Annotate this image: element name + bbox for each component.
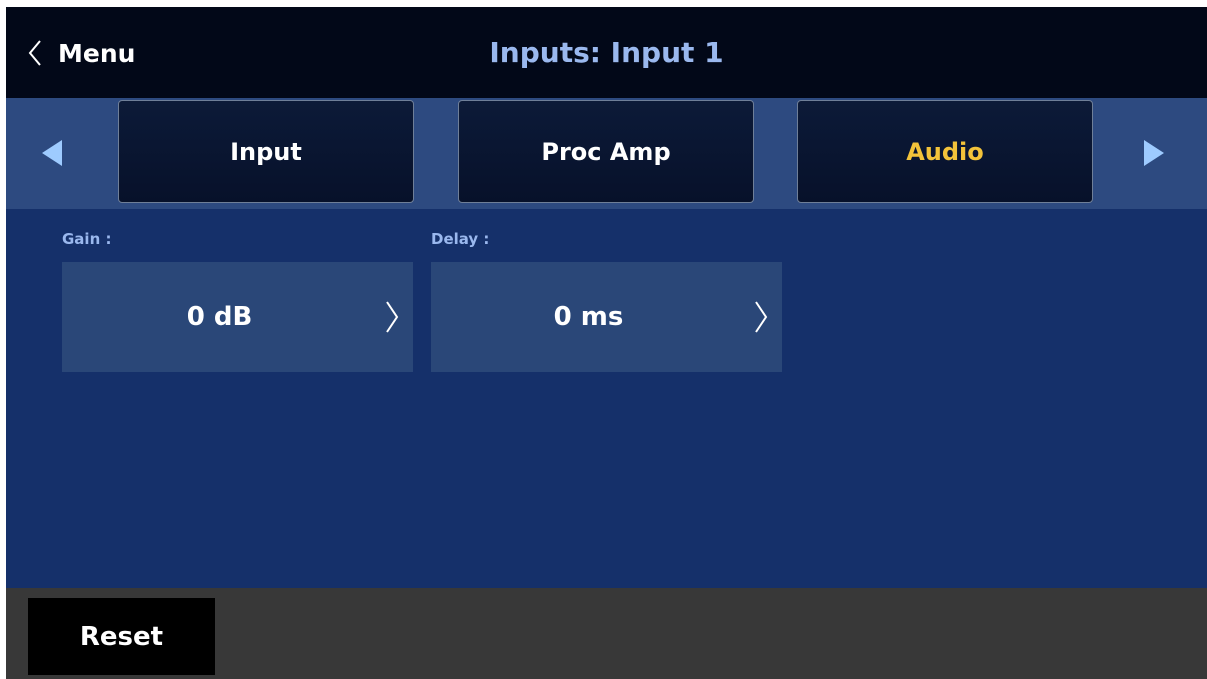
reset-button[interactable]: Reset <box>28 598 215 675</box>
delay-field[interactable]: 0 ms <box>431 262 782 372</box>
reset-label: Reset <box>79 621 164 652</box>
audio-settings-screen: Menu Inputs: Input 1 Input Proc Amp Audi… <box>6 7 1207 679</box>
footer-bar: Reset <box>6 588 1207 679</box>
chevron-right-icon <box>754 300 768 338</box>
tab-label: Audio <box>906 137 984 166</box>
chevron-right-icon <box>385 300 399 338</box>
triangle-right-icon <box>1142 140 1166 172</box>
gain-value: 0 dB <box>186 302 253 332</box>
tab-audio[interactable]: Audio <box>797 100 1093 203</box>
delay-value: 0 ms <box>553 302 624 332</box>
header-bar: Menu Inputs: Input 1 <box>6 7 1207 98</box>
page-title: Inputs: Input 1 <box>489 36 724 69</box>
tab-input[interactable]: Input <box>118 100 414 203</box>
triangle-left-icon <box>40 140 64 172</box>
tab-proc-amp[interactable]: Proc Amp <box>458 100 754 203</box>
tab-label: Input <box>230 137 302 166</box>
next-tab-button[interactable] <box>1142 138 1166 168</box>
tab-label: Proc Amp <box>541 137 671 166</box>
prev-tab-button[interactable] <box>40 138 64 168</box>
gain-label: Gain : <box>62 230 112 248</box>
gain-field[interactable]: 0 dB <box>62 262 413 372</box>
tab-bar: Input Proc Amp Audio <box>6 98 1207 209</box>
delay-label: Delay : <box>431 230 490 248</box>
